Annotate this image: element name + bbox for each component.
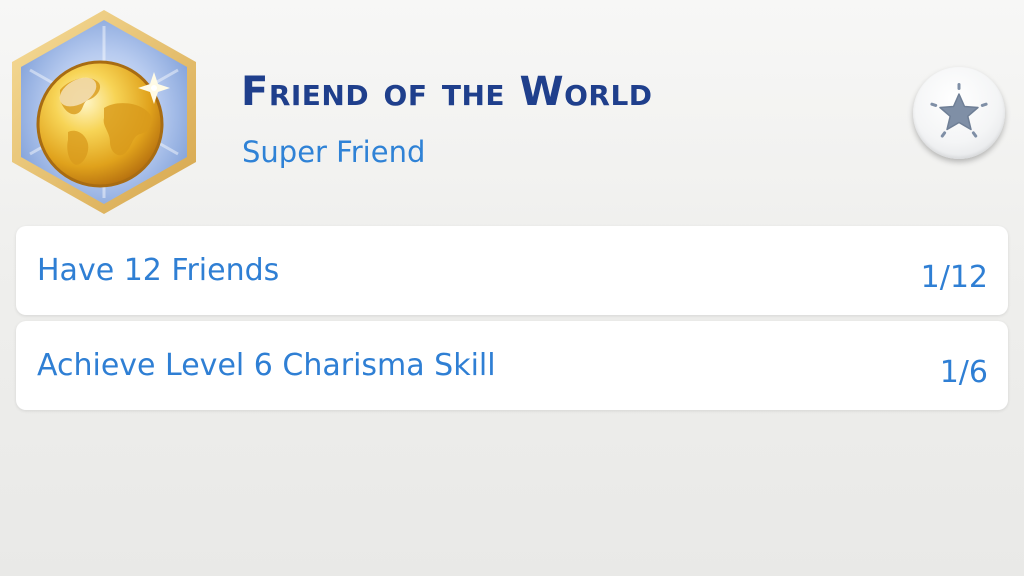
aspiration-title: Friend of the World [241, 69, 653, 115]
star-icon [930, 83, 988, 138]
golden-globe-icon [12, 10, 196, 214]
aspiration-badge [8, 8, 200, 216]
star-button[interactable] [913, 67, 1005, 159]
goal-row[interactable]: Achieve Level 6 Charisma Skill 1/6 [16, 321, 1008, 410]
goal-label: Have 12 Friends [37, 253, 280, 288]
goal-label: Achieve Level 6 Charisma Skill [37, 348, 496, 383]
goal-list: Have 12 Friends 1/12 Achieve Level 6 Cha… [16, 226, 1008, 416]
goal-progress: 1/12 [920, 260, 988, 295]
aspiration-subtitle: Super Friend [242, 135, 426, 169]
goal-progress: 1/6 [939, 355, 988, 390]
goal-row[interactable]: Have 12 Friends 1/12 [16, 226, 1008, 315]
